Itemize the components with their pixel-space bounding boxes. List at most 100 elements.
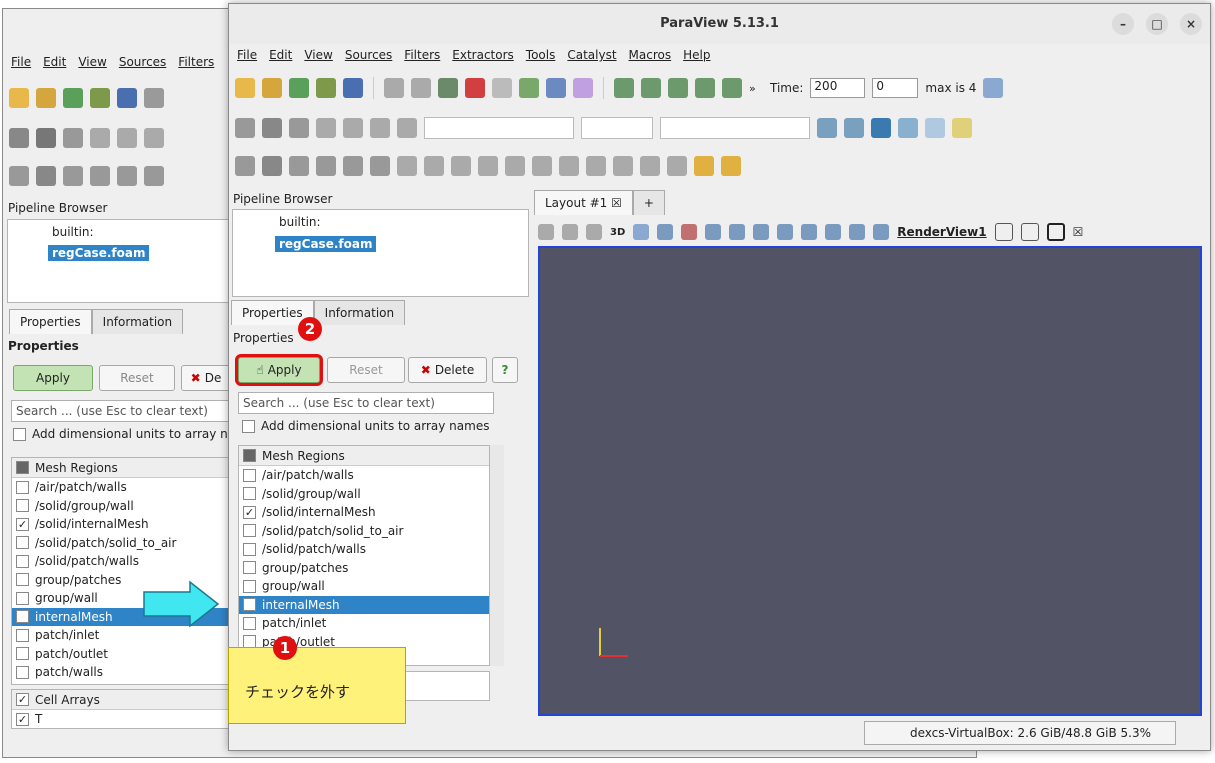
server-icon[interactable] bbox=[384, 78, 404, 98]
mesh-region-row[interactable]: group/patches bbox=[239, 559, 489, 578]
palette-icon[interactable] bbox=[573, 78, 593, 98]
bookmark-icon[interactable] bbox=[63, 128, 83, 148]
open-icon[interactable] bbox=[9, 88, 29, 108]
menu-view[interactable]: View bbox=[304, 48, 332, 62]
reset-button[interactable]: Reset bbox=[327, 357, 405, 383]
play-icon[interactable] bbox=[695, 78, 715, 98]
bg-menu-file[interactable]: File bbox=[11, 55, 31, 69]
mesh-region-checkbox[interactable] bbox=[243, 579, 256, 593]
link2-icon[interactable] bbox=[117, 128, 137, 148]
data-icon[interactable] bbox=[613, 156, 633, 176]
bg-mesh-region-checkbox[interactable] bbox=[16, 554, 29, 568]
minimize-button[interactable]: – bbox=[1112, 13, 1134, 35]
close-view-icon[interactable]: ☒ bbox=[1073, 225, 1084, 239]
mesh-region-row[interactable]: patch/inlet bbox=[239, 614, 489, 633]
threshold-icon[interactable] bbox=[117, 166, 137, 186]
bg-menu-sources[interactable]: Sources bbox=[119, 55, 166, 69]
zoom-box-icon[interactable] bbox=[633, 224, 650, 240]
menu-catalyst[interactable]: Catalyst bbox=[567, 48, 616, 62]
calculator-icon[interactable] bbox=[235, 156, 255, 176]
bg-pipeline-root[interactable]: builtin: bbox=[52, 225, 94, 239]
mesh-scrollbar[interactable] bbox=[490, 445, 504, 666]
play-back-icon[interactable] bbox=[668, 78, 688, 98]
auto-apply-icon[interactable] bbox=[438, 78, 458, 98]
render-view[interactable] bbox=[538, 246, 1202, 716]
glyph-icon[interactable] bbox=[397, 156, 417, 176]
menu-macros[interactable]: Macros bbox=[629, 48, 672, 62]
bg-menu-filters[interactable]: Filters bbox=[178, 55, 214, 69]
dim-units-checkbox[interactable] bbox=[242, 419, 255, 433]
disconnect-icon[interactable] bbox=[144, 88, 164, 108]
link2-icon[interactable] bbox=[343, 118, 363, 138]
chevron-right-icon[interactable]: » bbox=[749, 82, 763, 95]
camera-link-icon[interactable] bbox=[586, 224, 602, 240]
shrink-icon[interactable] bbox=[849, 224, 866, 240]
threshold-icon[interactable] bbox=[343, 156, 363, 176]
bg-cell-arrays-checkbox[interactable]: ✓ bbox=[16, 693, 29, 706]
bg-mesh-region-row[interactable]: ✓ /solid/internalMesh bbox=[12, 515, 230, 534]
mesh-region-row[interactable]: /solid/group/wall bbox=[239, 485, 489, 504]
menu-filters[interactable]: Filters bbox=[404, 48, 440, 62]
pipeline-root[interactable]: builtin: bbox=[279, 215, 321, 229]
clear-select-icon[interactable] bbox=[873, 224, 890, 240]
mesh-region-checkbox[interactable] bbox=[243, 616, 256, 630]
group-icon[interactable] bbox=[478, 156, 498, 176]
bg-tab-information[interactable]: Information bbox=[91, 309, 184, 334]
bg-mesh-header-checkbox[interactable] bbox=[16, 461, 29, 474]
mesh-region-checkbox[interactable] bbox=[243, 561, 256, 575]
split-horizontal-icon[interactable] bbox=[994, 223, 1013, 241]
open-recent-icon[interactable] bbox=[36, 88, 56, 108]
link3-icon[interactable] bbox=[144, 128, 164, 148]
bg-pipeline-item[interactable]: regCase.foam bbox=[48, 245, 150, 261]
clip-icon[interactable] bbox=[289, 156, 309, 176]
representation-dropdown[interactable] bbox=[424, 117, 574, 139]
mesh-region-row[interactable]: /solid/patch/solid_to_air bbox=[239, 522, 489, 541]
extract-level-icon[interactable] bbox=[505, 156, 525, 176]
bg-mesh-region-checkbox[interactable] bbox=[16, 591, 29, 605]
hover-icon[interactable] bbox=[801, 224, 818, 240]
mesh-region-row[interactable]: ✓ /solid/internalMesh bbox=[239, 503, 489, 522]
grow-icon[interactable] bbox=[825, 224, 842, 240]
bg-menu-edit[interactable]: Edit bbox=[43, 55, 66, 69]
bg-mesh-region-checkbox[interactable] bbox=[16, 573, 29, 587]
mode-3d-button[interactable]: 3D bbox=[610, 227, 625, 238]
toggle-icon[interactable] bbox=[235, 118, 255, 138]
bg-mesh-region-checkbox[interactable] bbox=[16, 536, 29, 550]
tab-layout-1[interactable]: Layout #1 ☒ bbox=[534, 190, 633, 215]
mesh-region-row[interactable]: /solid/patch/walls bbox=[239, 540, 489, 559]
save-data-icon[interactable] bbox=[289, 78, 309, 98]
axes-icon[interactable] bbox=[817, 118, 837, 138]
select-points-icon[interactable] bbox=[681, 224, 698, 240]
bg-tab-properties[interactable]: Properties bbox=[9, 309, 92, 334]
bg-cell-array-row[interactable]: ✓ T bbox=[12, 710, 230, 728]
bg-mesh-region-row[interactable]: /solid/patch/solid_to_air bbox=[12, 534, 230, 553]
bg-mesh-region-checkbox[interactable] bbox=[16, 628, 29, 642]
mesh-region-checkbox[interactable]: ✓ bbox=[243, 505, 256, 519]
maximize-button[interactable]: □ bbox=[1146, 13, 1168, 35]
bg-mesh-region-row[interactable]: /solid/group/wall bbox=[12, 497, 230, 516]
select-block-icon[interactable] bbox=[753, 224, 770, 240]
camera-icon[interactable] bbox=[262, 118, 282, 138]
help-button[interactable]: ? bbox=[492, 357, 518, 383]
stream-icon[interactable] bbox=[424, 156, 444, 176]
component-dropdown[interactable] bbox=[581, 117, 653, 139]
render-view-label[interactable]: RenderView1 bbox=[897, 225, 986, 239]
bookmark-icon[interactable] bbox=[289, 118, 309, 138]
interactive-select-icon[interactable] bbox=[777, 224, 794, 240]
split-vertical-icon[interactable] bbox=[1020, 223, 1039, 241]
menu-tools[interactable]: Tools bbox=[526, 48, 556, 62]
camera-closest-icon[interactable] bbox=[562, 224, 578, 240]
mesh-region-checkbox[interactable] bbox=[243, 524, 256, 538]
bg-mesh-region-checkbox[interactable] bbox=[16, 480, 29, 494]
bg-mesh-region-checkbox[interactable]: ✓ bbox=[16, 610, 29, 624]
select-cells-icon[interactable] bbox=[657, 224, 674, 240]
next-frame-icon[interactable] bbox=[722, 78, 742, 98]
bg-mesh-region-row[interactable]: /solid/patch/walls bbox=[12, 552, 230, 571]
bg-dim-units-checkbox[interactable] bbox=[13, 427, 26, 441]
mesh-region-row[interactable]: internalMesh bbox=[239, 595, 489, 614]
mesh-region-checkbox[interactable] bbox=[243, 487, 256, 501]
menu-edit[interactable]: Edit bbox=[269, 48, 292, 62]
undo-icon[interactable] bbox=[465, 78, 485, 98]
bg-mesh-region-row[interactable]: /air/patch/walls bbox=[12, 478, 230, 497]
reset-camera-icon[interactable] bbox=[538, 224, 554, 240]
